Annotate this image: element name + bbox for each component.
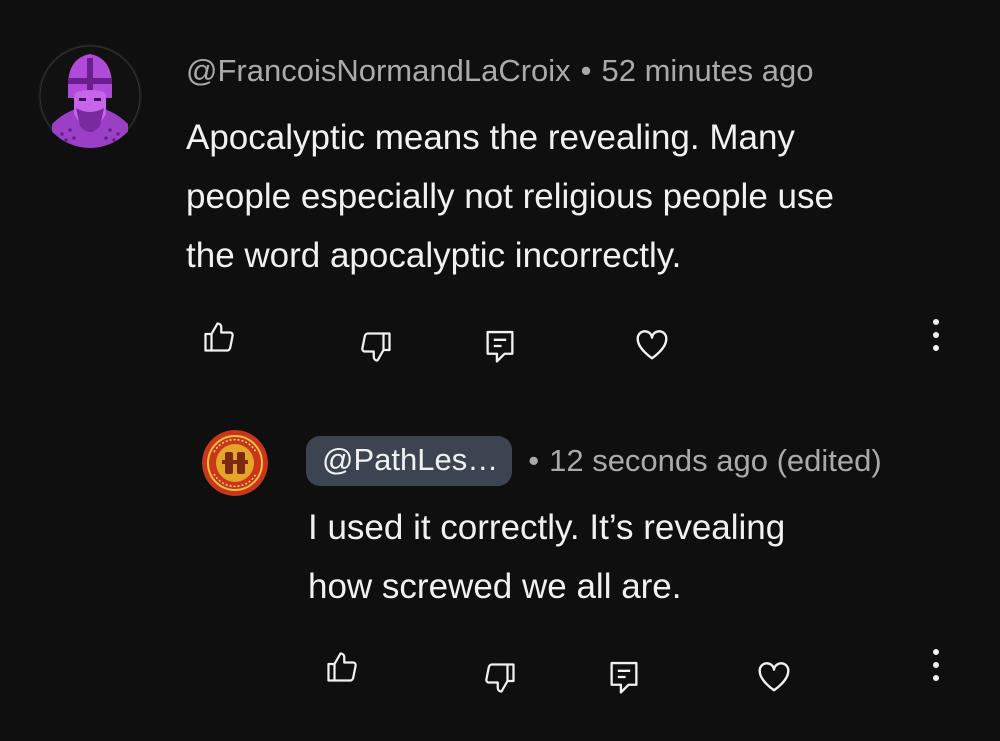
comment-text: I used it correctly. It’s revealing how … xyxy=(308,508,786,606)
comment-text: Apocalyptic means the revealing. Many pe… xyxy=(186,118,834,275)
timestamp: 52 minutes ago xyxy=(601,53,814,88)
separator-dot: • xyxy=(580,53,592,88)
timestamp: 12 seconds ago (edited) xyxy=(549,443,882,478)
like-icon xyxy=(204,322,234,352)
dislike-icon xyxy=(485,663,515,693)
reply-button[interactable] xyxy=(600,653,648,701)
comment: @FrancoisNormandLaCroix • 52 minutes ago A… xyxy=(0,0,1000,400)
heart-icon xyxy=(758,662,790,692)
separator-dot: • xyxy=(528,443,540,478)
heart-button[interactable] xyxy=(750,652,798,700)
seal-emblem-icon xyxy=(202,430,268,496)
avatar[interactable] xyxy=(38,44,142,148)
reply-icon xyxy=(610,661,638,694)
more-vertical-icon xyxy=(933,649,939,681)
like-button[interactable] xyxy=(318,643,366,691)
heart-icon xyxy=(636,330,668,360)
more-vertical-icon xyxy=(933,319,939,351)
more-options-button[interactable] xyxy=(912,641,960,689)
more-options-button[interactable] xyxy=(912,311,960,359)
comment-meta: @PathLes… • 12 seconds ago (edited) xyxy=(306,436,882,486)
like-icon xyxy=(327,652,357,682)
author-name[interactable]: @FrancoisNormandLaCroix xyxy=(186,53,571,88)
reply-button[interactable] xyxy=(476,322,524,370)
dislike-icon xyxy=(361,332,391,362)
author-mention-chip[interactable]: @PathLes… xyxy=(306,436,513,486)
heart-button[interactable] xyxy=(628,320,676,368)
reply-comment: @PathLes… • 12 seconds ago (edited) I used… xyxy=(0,400,1000,741)
reply-icon xyxy=(486,330,514,363)
dislike-button[interactable] xyxy=(352,323,400,371)
knight-helmet-icon xyxy=(38,44,142,148)
avatar[interactable] xyxy=(202,430,268,496)
like-button[interactable] xyxy=(195,313,243,361)
dislike-button[interactable] xyxy=(476,654,524,702)
comment-meta: @FrancoisNormandLaCroix • 52 minutes ago xyxy=(186,51,814,91)
